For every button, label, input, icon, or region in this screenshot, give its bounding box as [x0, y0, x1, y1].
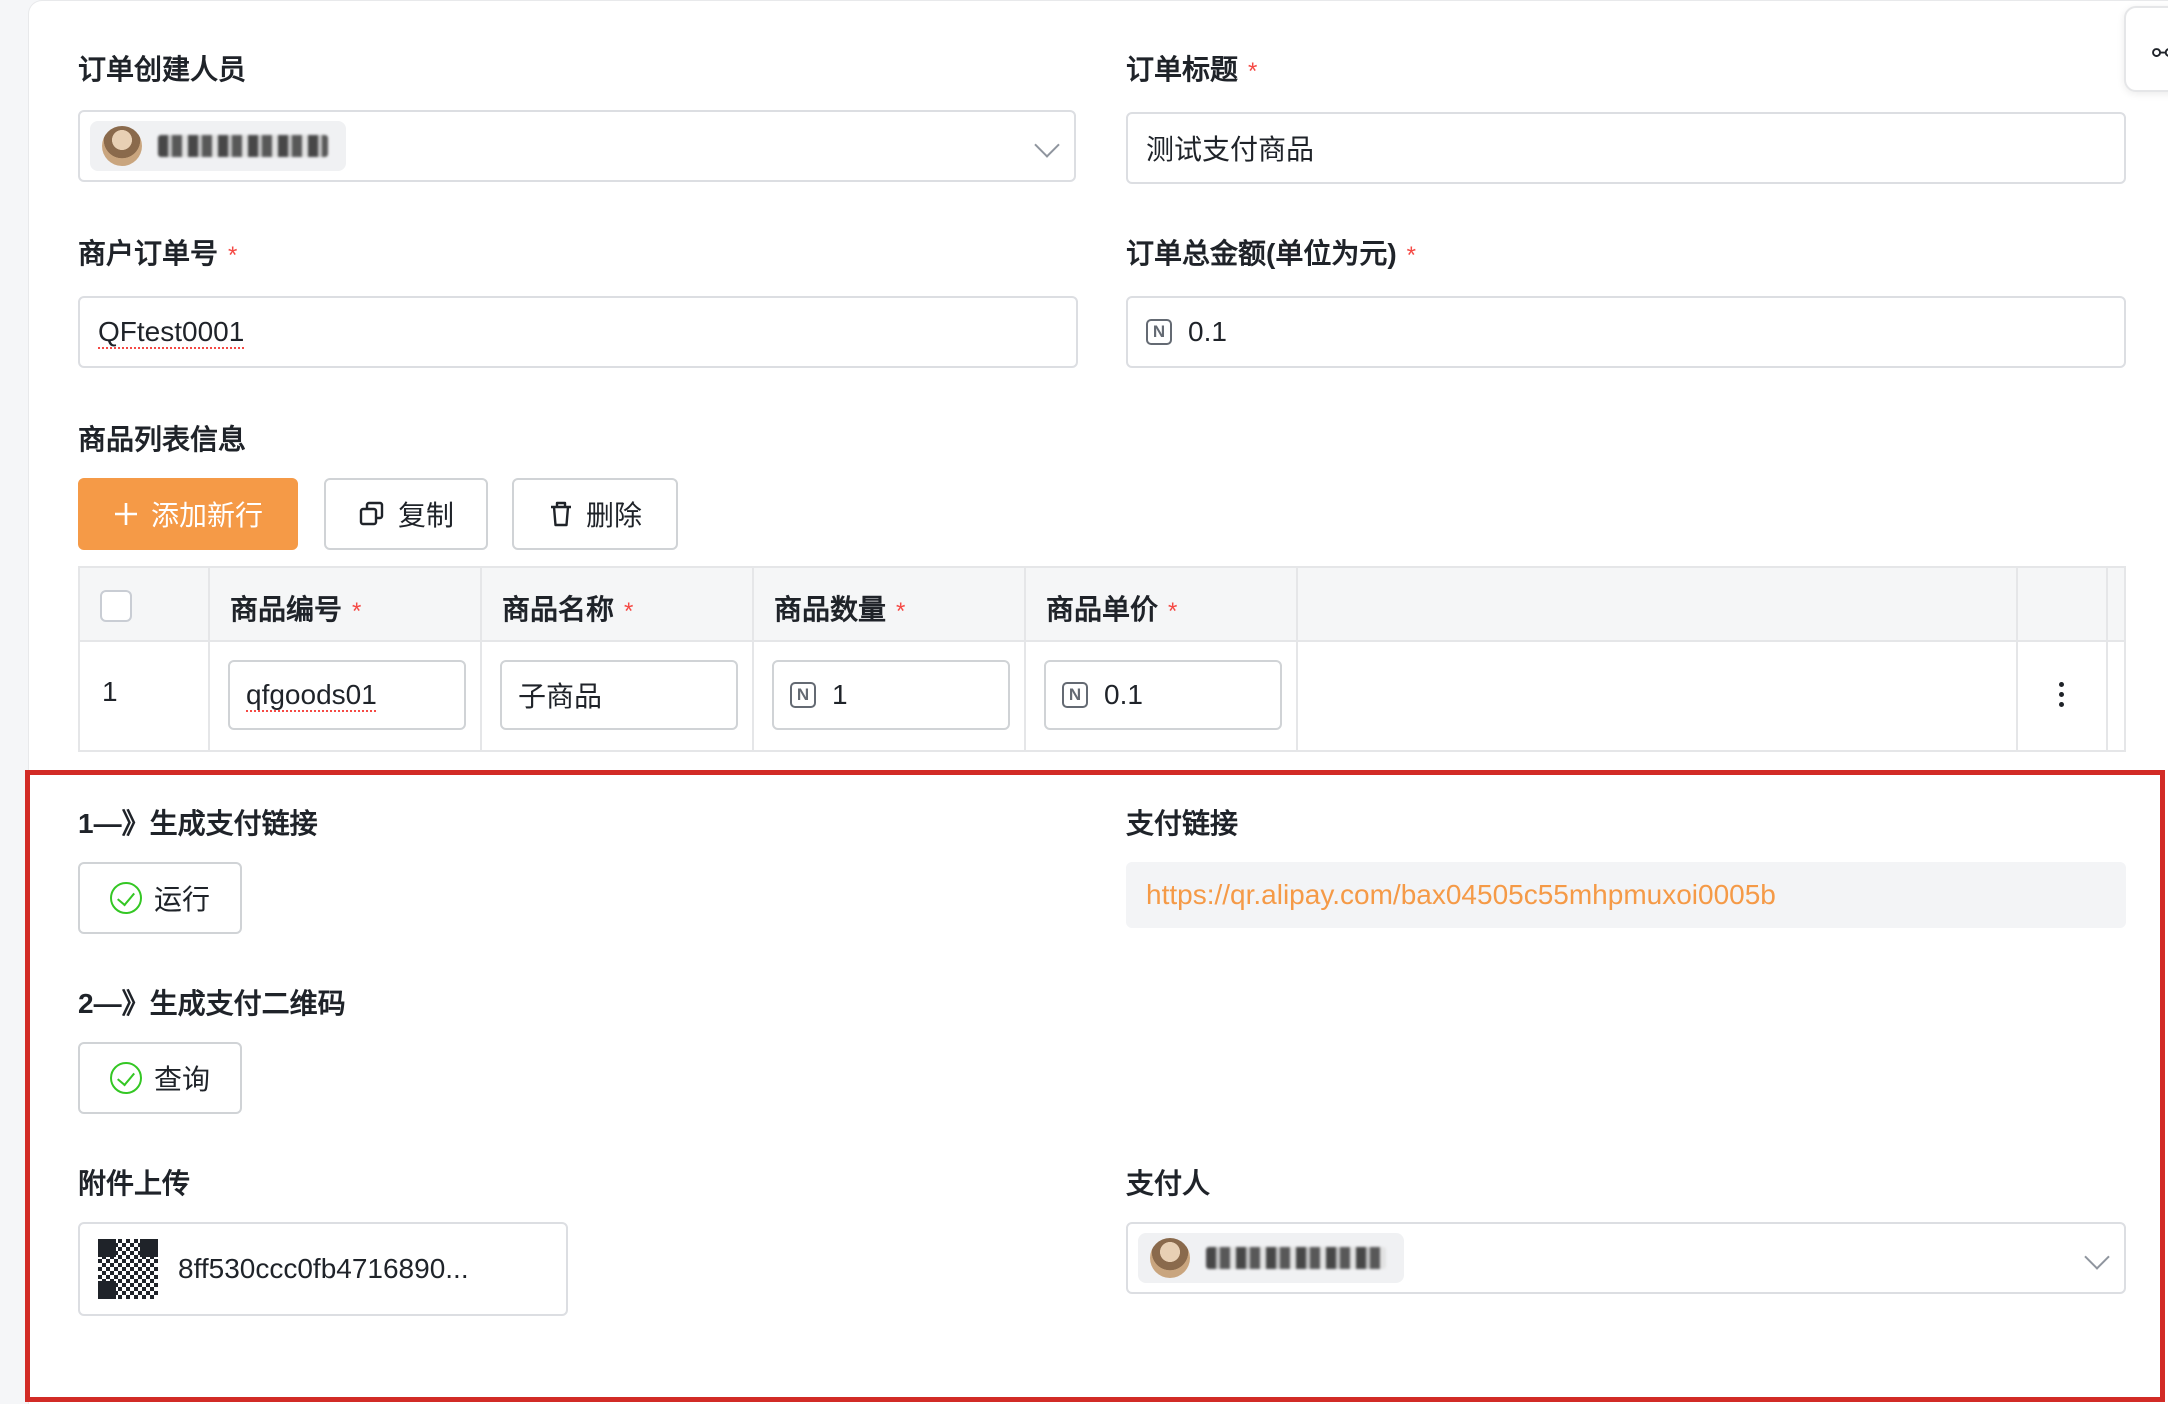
number-icon: N: [790, 682, 816, 708]
check-circle-icon: [109, 1062, 142, 1094]
column-divider: [2016, 568, 2018, 750]
avatar: [1150, 1238, 1190, 1278]
column-divider: [208, 568, 210, 750]
column-header-goods-id: 商品编号 *: [230, 594, 362, 625]
goods-table: 商品编号 * 商品名称 * 商品数量 * 商品单价 * 1 qfgoods01 子商品 …: [78, 566, 2126, 752]
column-divider: [480, 568, 482, 750]
more-vertical-icon[interactable]: [2059, 682, 2065, 712]
check-circle-icon: [109, 882, 142, 914]
column-header-goods-name: 商品名称 *: [502, 594, 634, 625]
column-divider: [2106, 568, 2108, 750]
step1-label: 1—》生成支付链接: [78, 808, 318, 839]
chevron-down-icon: [2084, 1244, 2110, 1270]
goods-name-input[interactable]: 子商品: [500, 660, 738, 730]
merchant-order-label: 商户订单号 *: [78, 238, 238, 269]
payer-label: 支付人: [1126, 1168, 1211, 1199]
creator-user-chip: [90, 121, 346, 171]
title-input[interactable]: 测试支付商品: [1126, 112, 2126, 184]
chevron-down-icon: [1034, 132, 1060, 158]
attachment-item[interactable]: 8ff530ccc0fb4716890...: [78, 1222, 568, 1316]
required-mark: *: [1406, 242, 1416, 269]
column-header-unit-price: 商品单价 *: [1046, 594, 1178, 625]
payer-select[interactable]: [1126, 1222, 2126, 1294]
number-icon: N: [1146, 319, 1172, 345]
blurred-user-name: [1206, 1247, 1386, 1269]
number-icon: N: [1062, 682, 1088, 708]
creator-select[interactable]: [78, 110, 1076, 182]
delete-button[interactable]: 删除: [512, 478, 678, 550]
copy-icon: [358, 500, 386, 528]
avatar: [102, 126, 142, 166]
plus-icon: [113, 501, 139, 527]
pay-link-field[interactable]: https://qr.alipay.com/bax04505c55mhpmuxo…: [1126, 862, 2126, 928]
required-mark: *: [1248, 58, 1258, 85]
amount-input[interactable]: N 0.1: [1126, 296, 2126, 368]
table-header: 商品编号 * 商品名称 * 商品数量 * 商品单价 *: [80, 568, 2124, 642]
column-divider: [752, 568, 754, 750]
select-all-checkbox[interactable]: [100, 590, 132, 622]
goods-section-label: 商品列表信息: [78, 424, 247, 455]
link-icon: ⚯: [2152, 38, 2168, 68]
run-button[interactable]: 运行: [78, 862, 242, 934]
pay-link[interactable]: https://qr.alipay.com/bax04505c55mhpmuxo…: [1146, 879, 1776, 911]
pay-link-label: 支付链接: [1126, 808, 1239, 839]
trash-icon: [548, 500, 574, 528]
query-button[interactable]: 查询: [78, 1042, 242, 1114]
merchant-order-input[interactable]: QFtest0001: [78, 296, 1078, 368]
column-divider: [1296, 568, 1298, 750]
column-header-quantity: 商品数量 *: [774, 594, 906, 625]
copy-button[interactable]: 复制: [324, 478, 488, 550]
column-divider: [1024, 568, 1026, 750]
amount-label: 订单总金额(单位为元) *: [1126, 238, 1416, 269]
step2-label: 2—》生成支付二维码: [78, 988, 346, 1019]
unit-price-input[interactable]: N 0.1: [1044, 660, 1282, 730]
goods-id-input[interactable]: qfgoods01: [228, 660, 466, 730]
creator-label: 订单创建人员: [78, 54, 247, 85]
blurred-user-name: [158, 135, 328, 157]
floating-link-tab[interactable]: ⚯: [2124, 6, 2168, 92]
required-mark: *: [228, 242, 238, 269]
title-label: 订单标题 *: [1126, 54, 1258, 85]
quantity-input[interactable]: N 1: [772, 660, 1010, 730]
attachment-label: 附件上传: [78, 1168, 191, 1199]
add-row-button[interactable]: 添加新行: [78, 478, 298, 550]
row-index: 1: [102, 676, 118, 707]
payer-user-chip: [1138, 1233, 1404, 1283]
qr-code-thumbnail: [98, 1239, 158, 1299]
